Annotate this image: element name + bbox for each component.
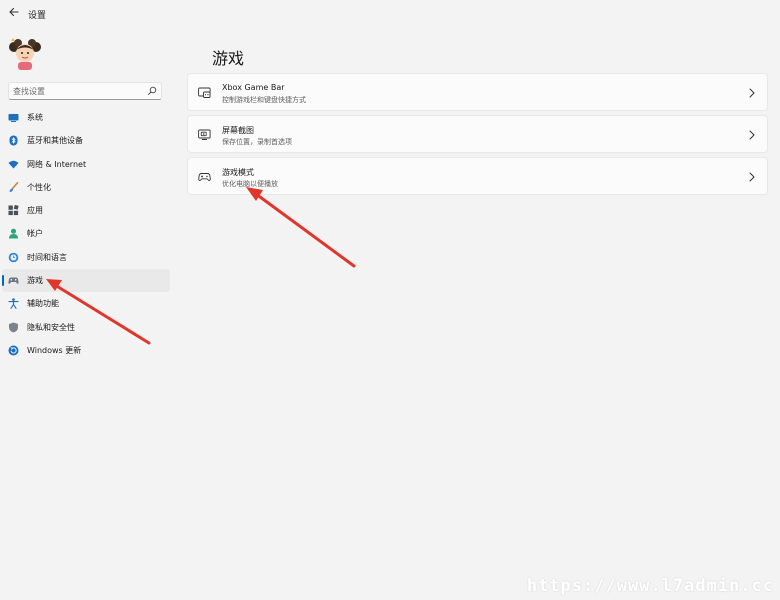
card-captures[interactable]: 屏幕截图 保存位置，录制首选项 (187, 115, 768, 153)
chevron-right-icon (749, 88, 755, 98)
sidebar-item-windows-update[interactable]: Windows 更新 (2, 339, 170, 362)
chevron-right-icon (749, 172, 755, 182)
sidebar-item-label: 个性化 (27, 182, 51, 192)
user-avatar[interactable] (8, 36, 42, 70)
game-mode-icon (198, 173, 211, 181)
accessibility-icon (8, 298, 19, 310)
sidebar-item-label: 蓝牙和其他设备 (27, 136, 83, 146)
sidebar-item-network[interactable]: 网络 & Internet (2, 153, 170, 176)
title-bar: 设置 (0, 0, 780, 30)
annotation-arrow-game-mode (246, 187, 356, 268)
sidebar-item-accounts[interactable]: 帐户 (2, 222, 170, 245)
shield-icon (9, 322, 18, 333)
search-icon[interactable] (147, 86, 157, 96)
card-title: 屏幕截图 (222, 126, 254, 135)
sidebar-item-apps[interactable]: 应用 (2, 199, 170, 222)
search-input[interactable] (13, 83, 143, 99)
card-title: 游戏模式 (222, 168, 254, 177)
sidebar-item-time-language[interactable]: 时间和语言 (2, 246, 170, 269)
sidebar-item-accessibility[interactable]: 辅助功能 (2, 292, 170, 315)
card-subtitle: 优化电脑以便播放 (222, 180, 278, 188)
sidebar-item-system[interactable]: 系统 (2, 106, 170, 129)
apps-icon (8, 205, 19, 216)
gamepad-icon (8, 277, 19, 284)
sidebar-item-privacy[interactable]: 隐私和安全性 (2, 316, 170, 339)
sidebar-item-personalization[interactable]: 个性化 (2, 176, 170, 199)
card-title: Xbox Game Bar (222, 83, 285, 92)
sidebar-item-bluetooth[interactable]: 蓝牙和其他设备 (2, 129, 170, 152)
sidebar-item-label: 系统 (27, 113, 43, 122)
watermark-text: https://www.l7admin.cc (526, 576, 774, 596)
selection-indicator (2, 275, 4, 287)
clock-globe-icon (8, 252, 19, 263)
update-icon (8, 345, 19, 356)
back-arrow-icon (9, 7, 19, 17)
card-xbox-game-bar[interactable]: Xbox Game Bar 控制游戏栏和键盘快捷方式 (187, 73, 768, 111)
sidebar-item-label: Windows 更新 (27, 345, 82, 355)
sidebar-item-label: 网络 & Internet (27, 159, 87, 169)
brush-icon (9, 181, 19, 192)
monitor-icon (8, 114, 19, 122)
sidebar-item-label: 游戏 (27, 276, 43, 286)
search-box[interactable] (8, 82, 162, 100)
window-title: 设置 (28, 11, 47, 21)
wifi-icon (8, 160, 19, 169)
sidebar-item-gaming[interactable]: 游戏 (2, 269, 170, 293)
page-title: 游戏 (212, 49, 245, 68)
capture-icon (198, 129, 211, 140)
card-subtitle: 保存位置，录制首选项 (222, 138, 292, 146)
sidebar-item-label: 隐私和安全性 (27, 322, 75, 332)
sidebar-item-label: 应用 (27, 206, 43, 216)
card-game-mode[interactable]: 游戏模式 优化电脑以便播放 (187, 157, 768, 195)
card-subtitle: 控制游戏栏和键盘快捷方式 (222, 96, 306, 104)
sidebar-item-label: 时间和语言 (27, 252, 67, 262)
person-icon (9, 229, 18, 239)
sidebar-item-label: 辅助功能 (27, 299, 59, 309)
sidebar-item-label: 帐户 (27, 229, 43, 239)
bluetooth-icon (9, 135, 18, 146)
chevron-right-icon (749, 130, 755, 140)
sidebar-nav: 系统 蓝牙和其他设备 网络 & Internet 个性化 应用 帐户 时间和语言… (0, 106, 172, 362)
game-bar-icon (198, 87, 211, 98)
back-button[interactable] (6, 6, 22, 22)
